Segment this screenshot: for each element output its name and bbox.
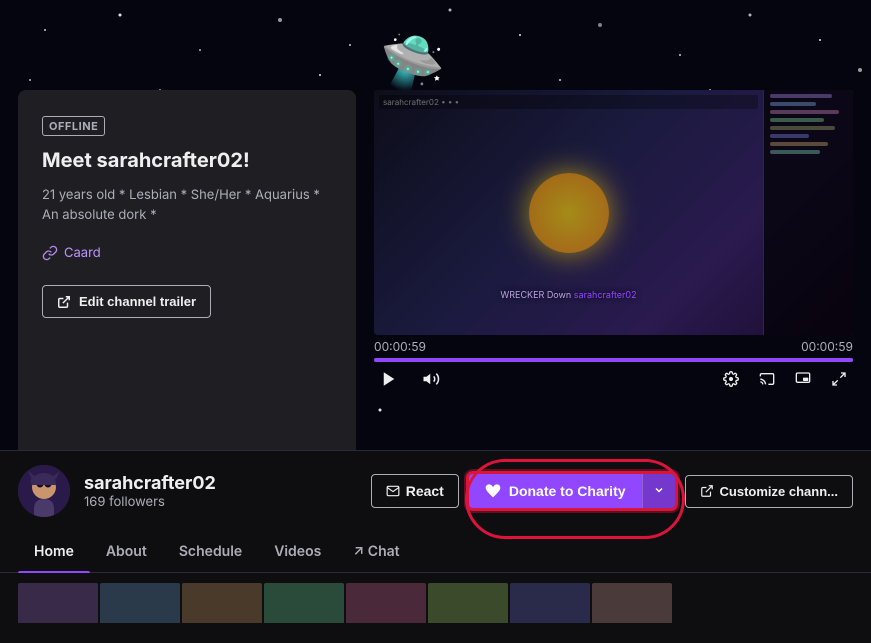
preview-thumb-1[interactable] bbox=[18, 583, 98, 623]
avatar-image bbox=[18, 465, 70, 517]
play-icon bbox=[380, 370, 398, 388]
avatar-svg bbox=[18, 465, 70, 517]
channel-meta: sarahcrafter02 169 followers bbox=[84, 473, 357, 510]
cast-button[interactable] bbox=[755, 367, 779, 391]
video-controls bbox=[374, 362, 853, 396]
link-icon bbox=[42, 245, 58, 261]
tab-home[interactable]: Home bbox=[18, 531, 90, 572]
donate-button-wrapper: Donate to Charity bbox=[469, 474, 675, 508]
charity-icon bbox=[485, 483, 501, 499]
preview-thumb-4[interactable] bbox=[264, 583, 344, 623]
miniplayer-icon bbox=[795, 371, 811, 387]
tab-videos[interactable]: Videos bbox=[258, 531, 337, 572]
tab-chat[interactable]: ↗ Chat bbox=[337, 531, 415, 572]
fullscreen-button[interactable] bbox=[827, 367, 851, 391]
customize-button[interactable]: Customize chann... bbox=[685, 475, 853, 508]
channel-panel-title: Meet sarahcrafter02! bbox=[42, 148, 332, 172]
donate-dropdown-arrow[interactable] bbox=[642, 474, 675, 508]
preview-thumb-2[interactable] bbox=[100, 583, 180, 623]
tab-home-label: Home bbox=[34, 543, 74, 560]
customize-label: Customize chann... bbox=[720, 484, 838, 499]
chevron-down-icon bbox=[653, 484, 665, 496]
preview-thumb-5[interactable] bbox=[346, 583, 426, 623]
tab-about-label: About bbox=[106, 543, 147, 560]
nav-tabs: Home About Schedule Videos ↗ Chat bbox=[0, 531, 871, 573]
video-controls-right bbox=[719, 367, 851, 391]
preview-thumb-8[interactable] bbox=[592, 583, 672, 623]
edit-trailer-button[interactable]: Edit channel trailer bbox=[42, 285, 211, 318]
caard-link-label: Caard bbox=[64, 245, 101, 261]
video-controls-left bbox=[376, 366, 444, 392]
channel-description: 21 years old * Lesbian * She/Her * Aquar… bbox=[42, 186, 332, 225]
tab-schedule[interactable]: Schedule bbox=[163, 531, 258, 572]
preview-thumb-7[interactable] bbox=[510, 583, 590, 623]
play-button[interactable] bbox=[376, 366, 402, 392]
settings-button[interactable] bbox=[719, 367, 743, 391]
react-icon bbox=[386, 484, 400, 498]
channel-actions: React Donate to Charity bbox=[371, 474, 853, 508]
external-link-icon bbox=[57, 295, 71, 309]
channel-header: sarahcrafter02 169 followers React bbox=[0, 451, 871, 531]
tab-about[interactable]: About bbox=[90, 531, 163, 572]
tab-schedule-label: Schedule bbox=[179, 543, 242, 560]
offline-badge: OFFLINE bbox=[42, 116, 105, 136]
volume-icon bbox=[422, 370, 440, 388]
tab-chat-label: ↗ Chat bbox=[353, 543, 399, 560]
avatar bbox=[18, 465, 70, 517]
bottom-section: sarahcrafter02 169 followers React bbox=[0, 450, 871, 623]
react-label: React bbox=[406, 483, 444, 499]
tab-videos-label: Videos bbox=[274, 543, 321, 560]
ufo-decoration: 🛸 bbox=[380, 30, 445, 93]
video-progress-bar[interactable] bbox=[374, 358, 853, 362]
video-time-row: 00:00:59 00:00:59 bbox=[374, 335, 853, 358]
followers-count: 169 followers bbox=[84, 494, 357, 510]
cast-icon bbox=[759, 371, 775, 387]
preview-thumb-3[interactable] bbox=[182, 583, 262, 623]
fullscreen-icon bbox=[831, 371, 847, 387]
preview-strip bbox=[0, 573, 871, 623]
channel-info-panel: OFFLINE Meet sarahcrafter02! 21 years ol… bbox=[18, 90, 356, 480]
preview-thumb-6[interactable] bbox=[428, 583, 508, 623]
caard-link[interactable]: Caard bbox=[42, 245, 332, 261]
volume-button[interactable] bbox=[418, 366, 444, 392]
settings-icon bbox=[723, 371, 739, 387]
donate-button[interactable]: Donate to Charity bbox=[469, 474, 675, 508]
external-link-2-icon bbox=[700, 484, 714, 498]
video-player-area: WRECKER Down sarahcrafter02 sarahcrafter… bbox=[374, 90, 853, 390]
video-progress-fill bbox=[374, 358, 853, 362]
video-current-time: 00:00:59 bbox=[374, 339, 426, 354]
channel-name: sarahcrafter02 bbox=[84, 473, 357, 494]
react-button[interactable]: React bbox=[371, 474, 459, 508]
video-container[interactable]: WRECKER Down sarahcrafter02 sarahcrafter… bbox=[374, 90, 853, 335]
video-total-time: 00:00:59 bbox=[801, 339, 853, 354]
video-screenshot: WRECKER Down sarahcrafter02 sarahcrafter… bbox=[374, 90, 853, 335]
donate-label: Donate to Charity bbox=[509, 483, 626, 499]
miniplayer-button[interactable] bbox=[791, 367, 815, 391]
edit-trailer-label: Edit channel trailer bbox=[79, 294, 196, 309]
